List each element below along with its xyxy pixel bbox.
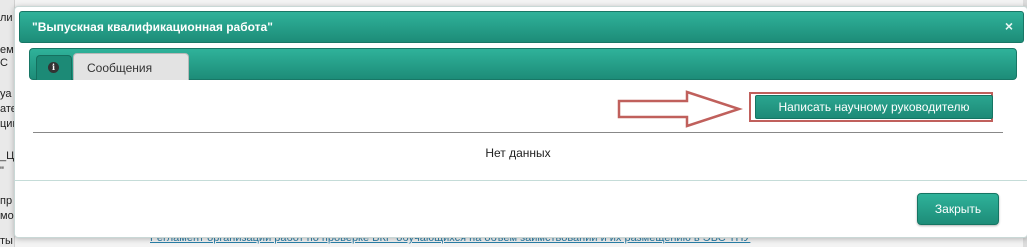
sidebar-fragment: С — [0, 57, 8, 69]
tab-messages[interactable]: Сообщения — [73, 53, 189, 80]
close-icon[interactable]: × — [1005, 18, 1013, 34]
dialog: "Выпускная квалификационная работа" × i … — [14, 6, 1027, 238]
write-supervisor-button[interactable]: Написать научному руководителю — [755, 95, 993, 119]
tab-info[interactable]: i — [36, 55, 72, 80]
footer-divider — [15, 180, 1027, 181]
empty-state-text: Нет данных — [485, 146, 551, 160]
sidebar-fragment: мо — [0, 210, 14, 222]
sidebar-fragment: ли — [0, 12, 13, 24]
sidebar-fragment: уа — [0, 88, 12, 100]
divider — [33, 132, 1003, 133]
dialog-title: "Выпускная квалификационная работа" — [32, 20, 273, 34]
sidebar-fragment: " — [0, 165, 4, 177]
arrow-pointer-icon — [617, 90, 743, 128]
close-button[interactable]: Закрыть — [917, 193, 999, 225]
sidebar-fragment: ты — [0, 235, 13, 247]
info-icon: i — [48, 62, 59, 73]
sidebar-fragment: пр — [0, 195, 13, 207]
dialog-header: "Выпускная квалификационная работа" × — [19, 11, 1024, 43]
background-sidebar: ли еме С уа ате ции _Ци " пр мо ты — [0, 0, 20, 247]
tab-messages-label: Сообщения — [87, 61, 153, 75]
tabs-bar: i Сообщения — [29, 48, 1017, 80]
